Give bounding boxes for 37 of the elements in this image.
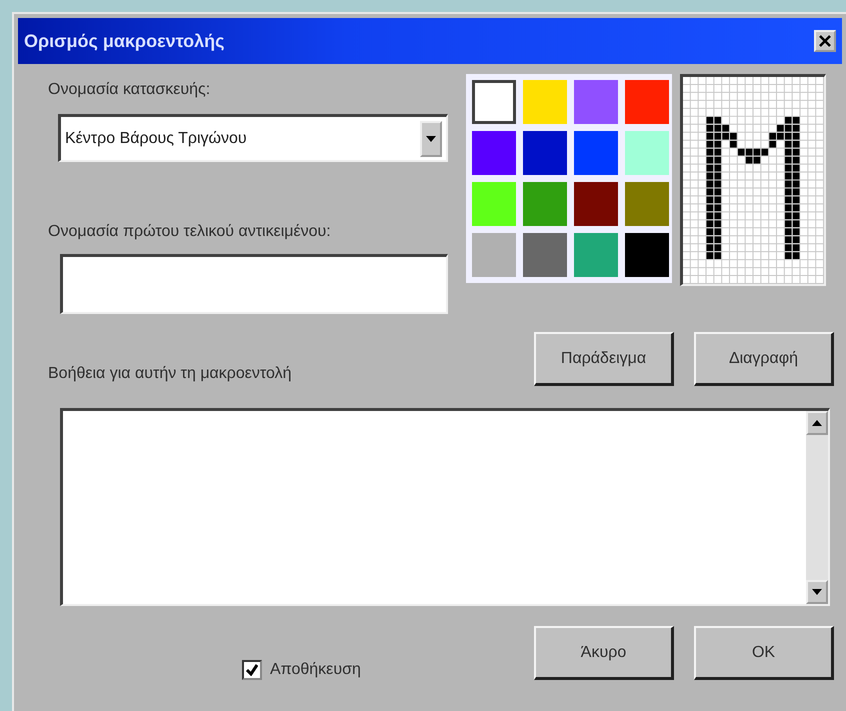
close-icon	[819, 35, 831, 47]
field-label: Ονομασία πρώτου τελικού αντικειμένου:	[48, 222, 332, 242]
color-swatch[interactable]	[472, 233, 516, 277]
color-swatch[interactable]	[574, 182, 618, 226]
window-title: Ορισμός μακροεντολής	[24, 30, 225, 53]
checkbox-label[interactable]: Αποθήκευση	[270, 658, 361, 682]
check-icon	[246, 664, 258, 676]
color-swatch[interactable]	[574, 233, 618, 277]
dropdown-button[interactable]	[420, 120, 442, 156]
color-swatch[interactable]	[472, 131, 516, 175]
object-name-field[interactable]	[60, 254, 448, 314]
scroll-up-icon[interactable]	[812, 420, 822, 426]
bitmap-preview[interactable]	[680, 74, 826, 286]
color-swatch[interactable]	[472, 182, 516, 226]
color-swatch[interactable]	[523, 233, 567, 277]
field-label: Βοήθεια για αυτήν τη μακροεντολή	[48, 364, 292, 384]
color-swatch[interactable]	[625, 80, 669, 124]
caret-icon	[426, 136, 436, 142]
color-swatch[interactable]	[625, 233, 669, 277]
field-label: Ονομασία κατασκευής:	[48, 80, 212, 100]
dialog-button[interactable]: OK	[694, 626, 834, 680]
color-swatch[interactable]	[625, 131, 669, 175]
color-swatch[interactable]	[574, 131, 618, 175]
color-swatch[interactable]	[574, 80, 618, 124]
dialog-button[interactable]: Άκυρο	[534, 626, 674, 680]
color-swatch[interactable]	[625, 182, 669, 226]
color-swatch[interactable]	[523, 182, 567, 226]
color-swatch[interactable]	[523, 80, 567, 124]
color-swatch[interactable]	[523, 131, 567, 175]
close-button[interactable]	[814, 30, 836, 52]
dialog-button[interactable]: Παράδειγμα	[534, 332, 674, 386]
scroll-down-icon[interactable]	[812, 589, 822, 595]
scrollbar[interactable]	[806, 411, 828, 604]
color-swatch[interactable]	[472, 80, 516, 124]
checkbox[interactable]	[242, 660, 262, 680]
construction-dropdown[interactable]: Κέντρο Βάρους Τριγώνου	[58, 114, 448, 162]
dialog-button[interactable]: Διαγραφή	[694, 332, 834, 386]
